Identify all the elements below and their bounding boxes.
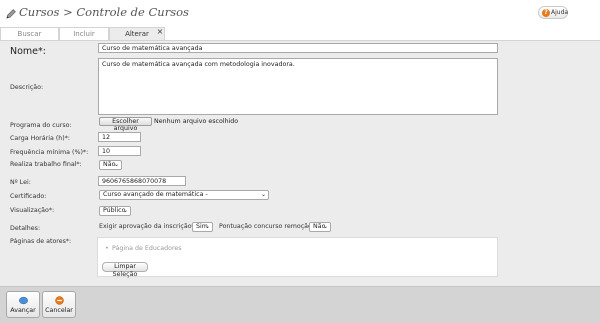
tab-bar: Buscar Incluir Alterar × bbox=[0, 27, 600, 40]
certificado-label: Certificado: bbox=[10, 193, 47, 200]
carga-horaria-input[interactable]: 12 bbox=[98, 132, 141, 142]
aprovacao-label: Exigir aprovação da inscrição*: bbox=[99, 223, 197, 230]
page-title: Cursos > Controle de Cursos bbox=[19, 5, 189, 19]
visualizacao-label: Visualização*: bbox=[10, 207, 55, 214]
nome-input[interactable]: Curso de matemática avançada bbox=[98, 43, 498, 53]
lei-input[interactable]: 9606765868070078 bbox=[98, 176, 186, 186]
detalhes-label: Detalhes: bbox=[10, 225, 41, 232]
help-icon: ? bbox=[542, 9, 550, 17]
chevron-down-icon: ⌄ bbox=[122, 207, 128, 214]
programa-label: Programa do curso: bbox=[10, 122, 72, 129]
file-status: Nenhum arquivo escolhido bbox=[154, 118, 239, 125]
aprovacao-select[interactable]: Sim ⌄ bbox=[192, 222, 213, 232]
pontuacao-select[interactable]: Não ⌄ bbox=[309, 222, 331, 232]
form-panel: Nome*: Curso de matemática avançada Desc… bbox=[0, 40, 600, 286]
trabalho-final-label: Realiza trabalho final*: bbox=[10, 161, 82, 168]
descricao-textarea[interactable]: Curso de matemática avançada com metodol… bbox=[98, 58, 498, 115]
chevron-down-icon: ⌄ bbox=[113, 161, 119, 168]
atores-list: • Página de Educadores Limpar Seleção bbox=[97, 237, 498, 278]
nome-label: Nome*: bbox=[10, 46, 46, 57]
atores-label: Páginas de atores*: bbox=[10, 238, 72, 245]
certificado-value: Curso avançado de matemática - bbox=[103, 191, 208, 198]
chevron-down-icon: ⌄ bbox=[260, 191, 266, 198]
advance-icon bbox=[19, 296, 28, 305]
list-bullet: • bbox=[105, 245, 109, 252]
chevron-down-icon: ⌄ bbox=[204, 223, 210, 230]
frequencia-label: Frequência mínima (%)*: bbox=[10, 149, 89, 156]
footer-toolbar: Avançar Cancelar bbox=[0, 286, 600, 323]
atores-list-item[interactable]: Página de Educadores bbox=[112, 245, 182, 252]
clear-selection-button[interactable]: Limpar Seleção bbox=[102, 262, 148, 278]
tab-incluir[interactable]: Incluir bbox=[59, 27, 109, 40]
advance-label: Avançar bbox=[10, 307, 36, 314]
chevron-down-icon: ⌄ bbox=[322, 223, 328, 230]
pontuacao-label: Pontuação concurso remoção*: bbox=[219, 223, 318, 230]
lei-label: Nº Lei: bbox=[10, 179, 31, 186]
close-tab-icon[interactable]: × bbox=[156, 28, 164, 37]
trabalho-final-select[interactable]: Não ⌄ bbox=[99, 160, 122, 170]
tab-buscar[interactable]: Buscar bbox=[0, 27, 59, 40]
cancel-icon bbox=[55, 296, 64, 305]
page-header: Cursos > Controle de Cursos ? Ajuda bbox=[0, 0, 600, 26]
cancel-label: Cancelar bbox=[45, 307, 73, 314]
choose-file-button[interactable]: Escolher arquivo bbox=[99, 117, 152, 132]
carga-horaria-label: Carga Horária (h)*: bbox=[10, 135, 70, 142]
cancel-button[interactable]: Cancelar bbox=[42, 291, 76, 318]
descricao-label: Descrição: bbox=[10, 84, 44, 91]
pencil-icon bbox=[6, 9, 16, 19]
help-label: Ajuda bbox=[551, 9, 569, 16]
advance-button[interactable]: Avançar bbox=[6, 291, 40, 318]
certificado-select[interactable]: Curso avançado de matemática - ⌄ bbox=[99, 190, 269, 200]
help-button[interactable]: ? Ajuda bbox=[538, 6, 568, 19]
visualizacao-select[interactable]: Público ⌄ bbox=[99, 206, 131, 216]
frequencia-input[interactable]: 10 bbox=[98, 146, 141, 156]
